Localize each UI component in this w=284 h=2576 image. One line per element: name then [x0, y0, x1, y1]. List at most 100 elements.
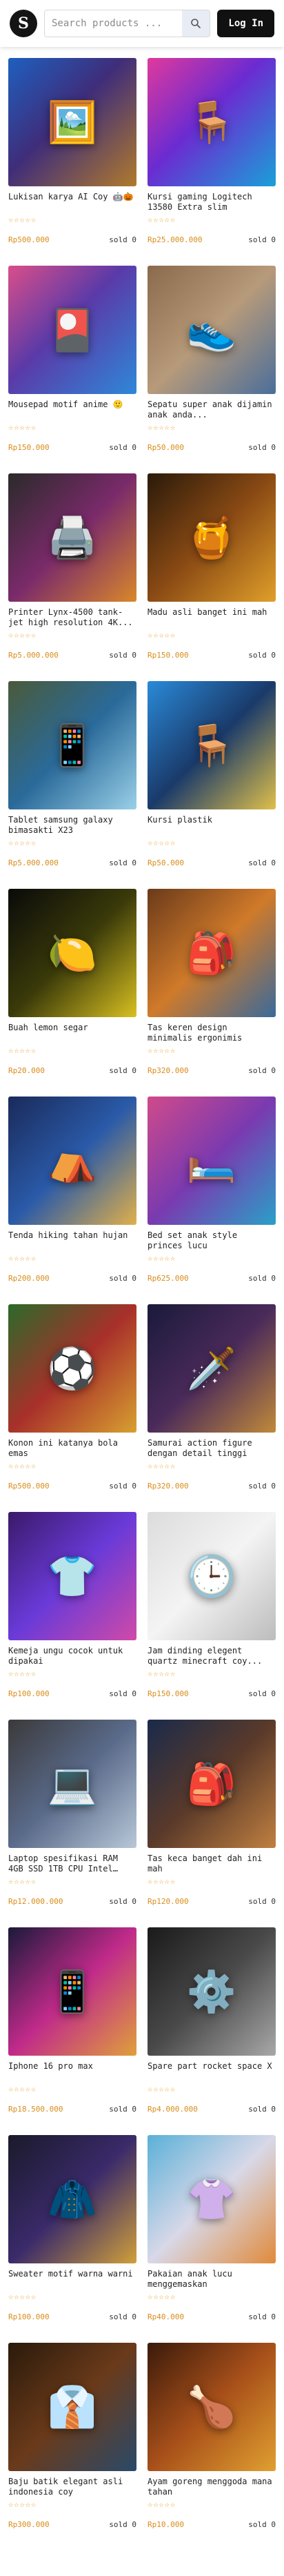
- product-image[interactable]: 👕: [8, 1512, 136, 1640]
- product-image[interactable]: 🧥: [8, 2135, 136, 2263]
- product-card[interactable]: 🍋 Buah lemon segar ☆☆☆☆☆ Rp20.000 sold 0: [8, 889, 136, 1097]
- product-title[interactable]: Madu asli banget ini mah: [148, 607, 276, 628]
- product-card[interactable]: 🍗 Ayam goreng menggoda mana tahan ☆☆☆☆☆ …: [148, 2343, 276, 2550]
- product-title[interactable]: Tenda hiking tahan hujan: [8, 1230, 136, 1251]
- product-image[interactable]: 🎒: [148, 889, 276, 1017]
- product-title[interactable]: Kemeja ungu cocok untuk dipakai: [8, 1646, 136, 1666]
- product-image[interactable]: ⛺: [8, 1097, 136, 1225]
- product-card[interactable]: 👚 Pakaian anak lucu menggemaskan ☆☆☆☆☆ R…: [148, 2135, 276, 2343]
- product-meta: Rp25.000.000 sold 0: [148, 235, 276, 244]
- product-price: Rp12.000.000: [8, 1897, 63, 1906]
- product-card[interactable]: ⚙️ Spare part rocket space X ☆☆☆☆☆ Rp4.0…: [148, 1927, 276, 2135]
- product-image[interactable]: 🪑: [148, 681, 276, 809]
- product-title[interactable]: Ayam goreng menggoda mana tahan: [148, 2477, 276, 2497]
- rating-stars-icon: ☆☆☆☆☆: [8, 630, 37, 640]
- product-card[interactable]: 🧥 Sweater motif warna warni ☆☆☆☆☆ Rp100.…: [8, 2135, 136, 2343]
- product-title[interactable]: Pakaian anak lucu menggemaskan: [148, 2269, 276, 2290]
- product-meta: Rp300.000 sold 0: [8, 2520, 136, 2529]
- product-image[interactable]: 👔: [8, 2343, 136, 2471]
- product-title[interactable]: Spare part rocket space X: [148, 2061, 276, 2082]
- product-image[interactable]: 🛏️: [148, 1097, 276, 1225]
- product-meta: Rp150.000 sold 0: [148, 1689, 276, 1698]
- product-price: Rp300.000: [8, 2520, 50, 2529]
- product-card[interactable]: 🗡️ Samurai action figure dengan detail t…: [148, 1304, 276, 1512]
- logo[interactable]: S: [10, 10, 37, 37]
- product-card[interactable]: ⚽ Konon ini katanya bola emas ☆☆☆☆☆ Rp50…: [8, 1304, 136, 1512]
- product-image[interactable]: 🍯: [148, 473, 276, 602]
- product-card[interactable]: 🖨️ Printer Lynx-4500 tank-jet high resol…: [8, 473, 136, 681]
- product-image[interactable]: 🕒: [148, 1512, 276, 1640]
- product-title[interactable]: Baju batik elegant asli indonesia coy: [8, 2477, 136, 2497]
- product-title[interactable]: Kursi gaming Logitech 13580 Extra slim: [148, 192, 276, 213]
- product-card[interactable]: 👔 Baju batik elegant asli indonesia coy …: [8, 2343, 136, 2550]
- product-title[interactable]: Tas keca banget dah ini mah: [148, 1854, 276, 1874]
- product-sold-count: sold 0: [109, 2105, 136, 2114]
- product-image[interactable]: 👟: [148, 266, 276, 394]
- product-title[interactable]: Tas keren design minimalis ergonimis: [148, 1023, 276, 1043]
- search-button[interactable]: [182, 10, 210, 37]
- product-card[interactable]: 💻 Laptop spesifikasi RAM 4GB SSD 1TB CPU…: [8, 1720, 136, 1927]
- product-card[interactable]: 🍯 Madu asli banget ini mah ☆☆☆☆☆ Rp150.0…: [148, 473, 276, 681]
- product-price: Rp5.000.000: [8, 651, 59, 660]
- product-card[interactable]: 👕 Kemeja ungu cocok untuk dipakai ☆☆☆☆☆ …: [8, 1512, 136, 1720]
- product-title[interactable]: Kursi plastik: [148, 815, 276, 836]
- product-title[interactable]: Bed set anak style princes lucu: [148, 1230, 276, 1251]
- product-image[interactable]: 🗡️: [148, 1304, 276, 1433]
- rating-stars-icon: ☆☆☆☆☆: [148, 215, 176, 224]
- product-meta: Rp50.000 sold 0: [148, 443, 276, 452]
- product-price: Rp20.000: [8, 1066, 45, 1075]
- product-price: Rp25.000.000: [148, 235, 203, 244]
- product-meta: Rp150.000 sold 0: [8, 443, 136, 452]
- product-title[interactable]: Sepatu super anak dijamin anak anda...: [148, 400, 276, 420]
- site-header: S Log In: [0, 0, 284, 47]
- product-title[interactable]: Sweater motif warna warni: [8, 2269, 136, 2290]
- product-title[interactable]: Iphone 16 pro max: [8, 2061, 136, 2082]
- product-image[interactable]: 📱: [8, 681, 136, 809]
- login-button[interactable]: Log In: [217, 10, 274, 37]
- product-image[interactable]: 🍗: [148, 2343, 276, 2471]
- product-sold-count: sold 0: [248, 2312, 276, 2321]
- product-title[interactable]: Jam dinding elegent quartz minecraft coy…: [148, 1646, 276, 1666]
- product-price: Rp40.000: [148, 2312, 184, 2321]
- product-image[interactable]: 🎒: [148, 1720, 276, 1848]
- product-image[interactable]: 🎴: [8, 266, 136, 394]
- product-sold-count: sold 0: [109, 1066, 136, 1075]
- product-image[interactable]: 🖨️: [8, 473, 136, 602]
- product-card[interactable]: 🎴 Mousepad motif anime 🙂 ☆☆☆☆☆ Rp150.000…: [8, 266, 136, 473]
- product-card[interactable]: 🕒 Jam dinding elegent quartz minecraft c…: [148, 1512, 276, 1720]
- product-card[interactable]: 🎒 Tas keca banget dah ini mah ☆☆☆☆☆ Rp12…: [148, 1720, 276, 1927]
- product-title[interactable]: Lukisan karya AI Coy 🤖🎃: [8, 192, 136, 213]
- product-card[interactable]: 📱 Iphone 16 pro max ☆☆☆☆☆ Rp18.500.000 s…: [8, 1927, 136, 2135]
- product-price: Rp320.000: [148, 1482, 189, 1491]
- product-card[interactable]: 🛏️ Bed set anak style princes lucu ☆☆☆☆☆…: [148, 1097, 276, 1304]
- product-card[interactable]: 🎒 Tas keren design minimalis ergonimis ☆…: [148, 889, 276, 1097]
- product-image[interactable]: 🍋: [8, 889, 136, 1017]
- rating-stars-icon: ☆☆☆☆☆: [8, 1461, 37, 1471]
- product-price: Rp150.000: [148, 651, 189, 660]
- product-card[interactable]: 🪑 Kursi plastik ☆☆☆☆☆ Rp50.000 sold 0: [148, 681, 276, 889]
- product-card[interactable]: 🖼️ Lukisan karya AI Coy 🤖🎃 ☆☆☆☆☆ Rp500.0…: [8, 58, 136, 266]
- product-title[interactable]: Konon ini katanya bola emas: [8, 1438, 136, 1459]
- product-card[interactable]: 👟 Sepatu super anak dijamin anak anda...…: [148, 266, 276, 473]
- product-image[interactable]: ⚽: [8, 1304, 136, 1433]
- rating-stars-icon: ☆☆☆☆☆: [8, 2292, 37, 2301]
- product-image[interactable]: 📱: [8, 1927, 136, 2056]
- product-title[interactable]: Mousepad motif anime 🙂: [8, 400, 136, 420]
- product-card[interactable]: 📱 Tablet samsung galaxy bimasakti X23 ☆☆…: [8, 681, 136, 889]
- product-image[interactable]: 🖼️: [8, 58, 136, 186]
- product-card[interactable]: 🪑 Kursi gaming Logitech 13580 Extra slim…: [148, 58, 276, 266]
- product-image[interactable]: ⚙️: [148, 1927, 276, 2056]
- product-image[interactable]: 💻: [8, 1720, 136, 1848]
- product-title[interactable]: Laptop spesifikasi RAM 4GB SSD 1TB CPU I…: [8, 1854, 136, 1874]
- product-meta: Rp20.000 sold 0: [8, 1066, 136, 1075]
- product-title[interactable]: Samurai action figure dengan detail ting…: [148, 1438, 276, 1459]
- product-image[interactable]: 🪑: [148, 58, 276, 186]
- search-input[interactable]: [45, 10, 183, 37]
- product-card[interactable]: ⛺ Tenda hiking tahan hujan ☆☆☆☆☆ Rp200.0…: [8, 1097, 136, 1304]
- product-image[interactable]: 👚: [148, 2135, 276, 2263]
- product-image-icon: 📱: [47, 722, 98, 769]
- product-title[interactable]: Buah lemon segar: [8, 1023, 136, 1043]
- product-image-icon: 🍗: [186, 2383, 237, 2430]
- product-title[interactable]: Printer Lynx-4500 tank-jet high resoluti…: [8, 607, 136, 628]
- product-title[interactable]: Tablet samsung galaxy bimasakti X23: [8, 815, 136, 836]
